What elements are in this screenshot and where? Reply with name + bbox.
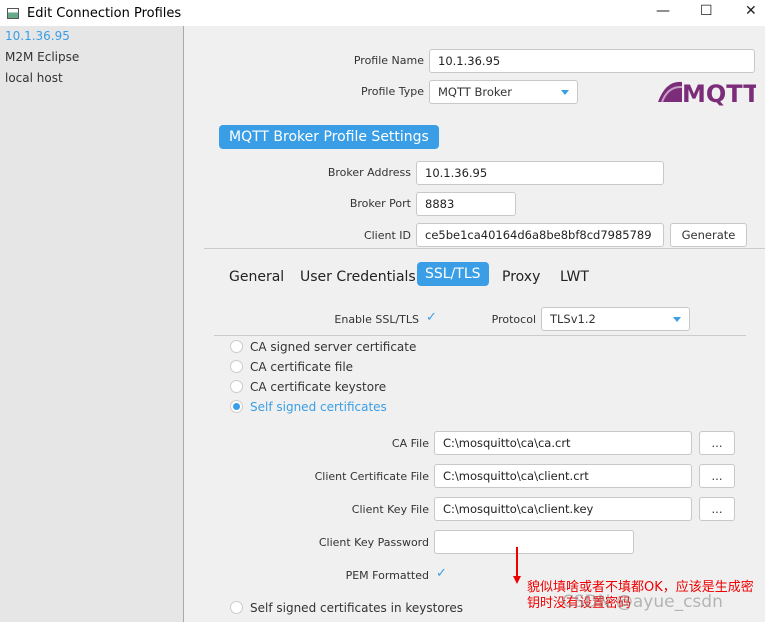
radio-ca-keystore[interactable] [230, 380, 243, 393]
protocol-select[interactable]: TLSv1.2 [541, 307, 690, 331]
protocol-label: Protocol [491, 313, 536, 326]
broker-port-input[interactable]: 8883 [416, 192, 516, 216]
client-id-label: Client ID [363, 229, 411, 242]
ca-file-label: CA File [391, 437, 429, 450]
chevron-down-icon [673, 317, 681, 322]
profile-item[interactable]: M2M Eclipse [0, 47, 183, 68]
tab-general[interactable]: General [221, 265, 292, 289]
divider [204, 248, 765, 249]
annotation-arrow [516, 547, 518, 577]
broker-port-label: Broker Port [349, 197, 411, 210]
broker-section-title: MQTT Broker Profile Settings [219, 125, 439, 149]
app-icon [7, 7, 19, 19]
tab-user-credentials[interactable]: User Credentials [292, 265, 424, 289]
key-password-label: Client Key Password [318, 536, 429, 549]
radio-ca-file[interactable] [230, 360, 243, 373]
enable-ssl-label: Enable SSL/TLS [334, 313, 419, 326]
broker-address-input[interactable]: 10.1.36.95 [416, 161, 664, 185]
browse-client-key-button[interactable]: ... [699, 497, 735, 521]
title-bar: Edit Connection Profiles — ☐ ✕ [0, 0, 765, 26]
generate-button[interactable]: Generate [670, 223, 747, 247]
browse-client-cert-button[interactable]: ... [699, 464, 735, 488]
divider [214, 335, 746, 336]
pem-formatted-checkbox[interactable]: ✓ [436, 566, 447, 581]
profile-editor: Profile Name 10.1.36.95 Profile Type MQT… [184, 26, 765, 622]
broker-address-label: Broker Address [327, 166, 411, 179]
pem-formatted-label: PEM Formatted [345, 569, 429, 582]
radio-self-signed[interactable] [230, 400, 243, 413]
browse-ca-file-button[interactable]: ... [699, 431, 735, 455]
profile-type-label: Profile Type [361, 85, 424, 98]
tab-proxy[interactable]: Proxy [494, 265, 548, 289]
option-label: CA certificate keystore [250, 380, 387, 394]
client-key-input[interactable]: C:\mosquitto\ca\client.key [434, 497, 692, 521]
profile-name-input[interactable]: 10.1.36.95 [429, 49, 755, 73]
ca-file-input[interactable]: C:\mosquitto\ca\ca.crt [434, 431, 692, 455]
option-label: CA signed server certificate [250, 340, 417, 354]
client-cert-label: Client Certificate File [314, 470, 429, 483]
svg-text:MQTT: MQTT [682, 80, 756, 106]
protocol-value: TLSv1.2 [550, 312, 596, 326]
window-title: Edit Connection Profiles [27, 5, 182, 21]
option-label: CA certificate file [250, 360, 354, 374]
client-key-label: Client Key File [351, 503, 429, 516]
profile-type-value: MQTT Broker [438, 85, 512, 99]
profile-item[interactable]: 10.1.36.95 [0, 26, 183, 47]
client-id-input[interactable]: ce5be1ca40164d6a8be8bf8cd7985789 [416, 223, 664, 247]
radio-ca-signed[interactable] [230, 340, 243, 353]
mqtt-logo: MQTT [656, 76, 760, 108]
close-button[interactable]: ✕ [745, 3, 757, 19]
profile-type-select[interactable]: MQTT Broker [429, 80, 578, 104]
client-cert-input[interactable]: C:\mosquitto\ca\client.crt [434, 464, 692, 488]
chevron-down-icon [561, 90, 569, 95]
maximize-button[interactable]: ☐ [700, 3, 713, 19]
key-password-input[interactable] [434, 530, 634, 554]
enable-ssl-checkbox[interactable]: ✓ [426, 310, 437, 325]
profile-name-label: Profile Name [353, 54, 424, 67]
radio-keystores[interactable] [230, 601, 243, 614]
watermark: CSDN @ayue_csdn [562, 592, 723, 612]
arrow-head-icon [513, 576, 521, 584]
option-label: Self signed certificates [250, 400, 387, 414]
profile-list: 10.1.36.95 M2M Eclipse local host [0, 26, 184, 622]
profile-item[interactable]: local host [0, 68, 183, 89]
option-label: Self signed certificates in keystores [250, 601, 463, 615]
tab-lwt[interactable]: LWT [552, 265, 597, 289]
tab-ssl-tls[interactable]: SSL/TLS [417, 262, 489, 286]
minimize-button[interactable]: — [656, 3, 670, 19]
